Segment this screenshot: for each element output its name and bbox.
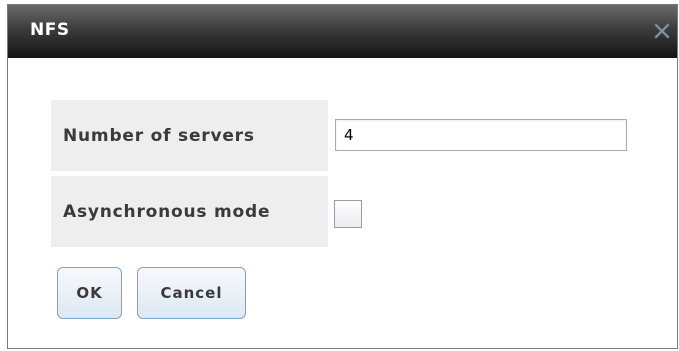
dialog-title: NFS <box>30 20 70 40</box>
number-of-servers-label: Number of servers <box>63 125 255 146</box>
asynchronous-mode-label-cell: Asynchronous mode <box>51 176 328 247</box>
asynchronous-mode-label: Asynchronous mode <box>63 201 271 222</box>
asynchronous-mode-checkbox[interactable] <box>334 200 362 228</box>
cancel-button[interactable]: Cancel <box>137 267 246 319</box>
number-of-servers-input[interactable] <box>335 119 627 151</box>
number-of-servers-label-cell: Number of servers <box>51 100 328 171</box>
close-icon[interactable] <box>653 22 671 40</box>
dialog-titlebar[interactable]: NFS <box>8 5 677 58</box>
nfs-dialog: NFS Number of servers Asynchronous mode … <box>7 4 678 349</box>
ok-button[interactable]: OK <box>57 267 122 319</box>
